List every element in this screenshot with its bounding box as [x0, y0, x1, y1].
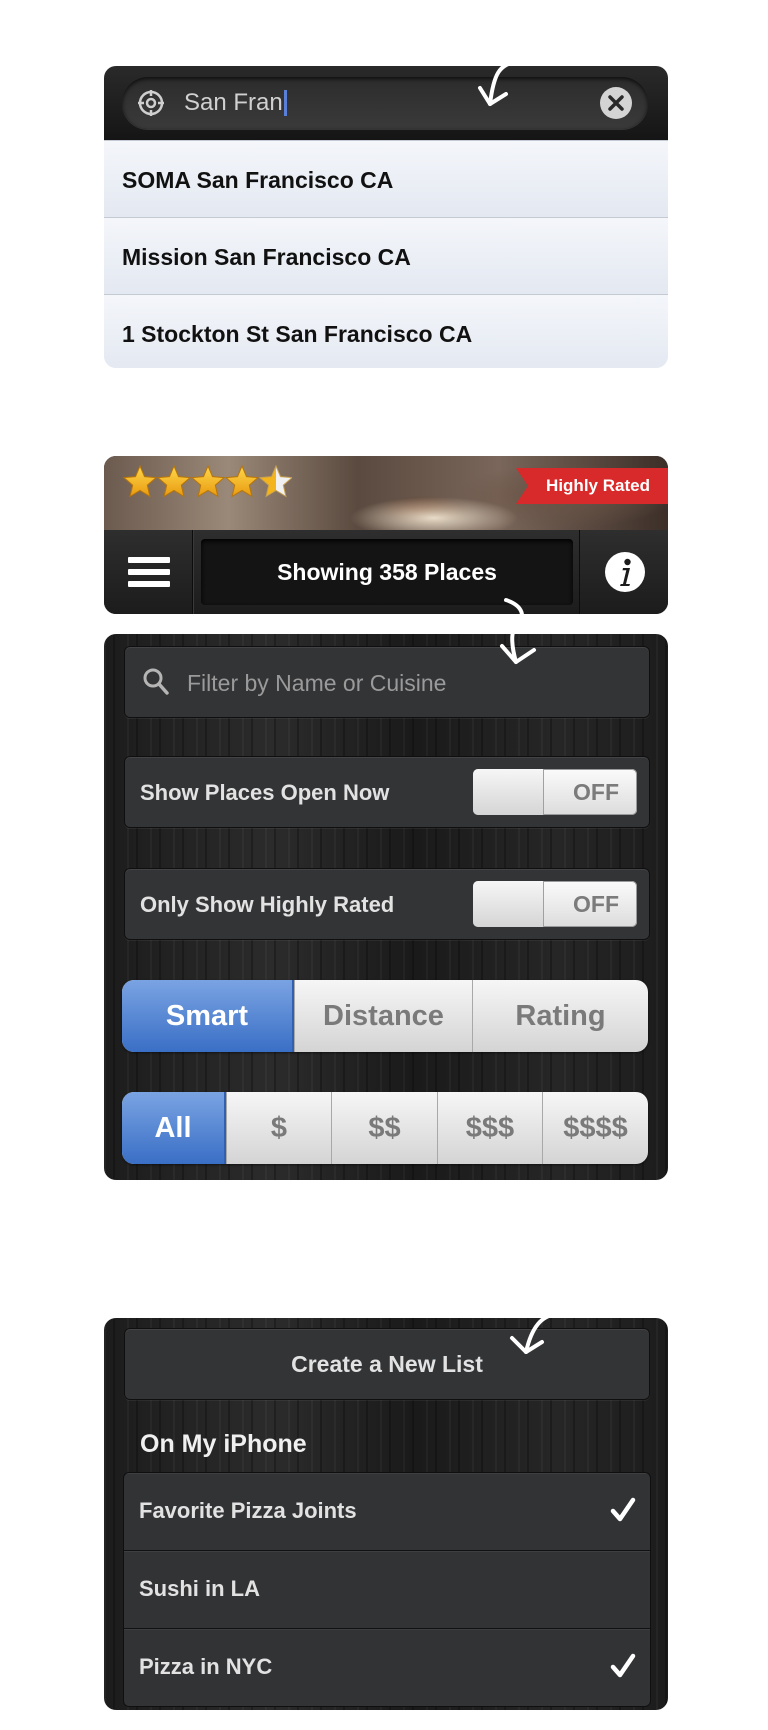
menu-icon-line [128, 569, 170, 575]
filter-search-field[interactable]: Filter by Name or Cuisine [124, 646, 650, 718]
annotation-arrow-icon [478, 60, 516, 106]
list-item-label: Sushi in LA [139, 1576, 260, 1601]
saved-lists: Favorite Pizza Joints Sushi in LA Pizza … [123, 1472, 651, 1707]
results-header: Highly Rated Showing 358 Places [104, 456, 668, 614]
location-search-panel: San Fran SOMA San Francisco CA Mission S… [104, 66, 668, 368]
filter-panel: Filter by Name or Cuisine Show Places Op… [104, 634, 668, 1180]
suggestion-label: Mission San Francisco CA [122, 244, 411, 270]
suggestion-row[interactable]: 1 Stockton St San Francisco CA [104, 294, 668, 368]
menu-icon [128, 557, 170, 563]
search-bar: San Fran [104, 66, 668, 140]
list-item[interactable]: Sushi in LA [124, 1550, 650, 1628]
menu-icon-line [128, 581, 170, 587]
half-star-icon [259, 465, 292, 497]
text-cursor [283, 90, 287, 116]
highly-rated-option: Only Show Highly Rated OFF [124, 868, 650, 940]
toggle-state-label: OFF [573, 891, 619, 917]
results-toolbar: Showing 358 Places [104, 530, 668, 614]
star-rating [123, 465, 292, 497]
star-icon [123, 465, 157, 497]
sort-option-rating[interactable]: Rating [472, 980, 648, 1052]
price-segmented-control: All $ $$ $$$ $$$$ [122, 1092, 648, 1164]
price-option-4[interactable]: $$$$ [542, 1092, 648, 1164]
checkmark-icon [610, 1497, 636, 1522]
checkmark-icon [610, 1653, 636, 1678]
price-option-all[interactable]: All [122, 1092, 226, 1164]
menu-button[interactable] [104, 530, 193, 614]
star-icon [191, 465, 225, 497]
suggestion-row[interactable]: Mission San Francisco CA [104, 217, 668, 295]
lists-panel: Create a New List On My iPhone Favorite … [104, 1318, 668, 1710]
toggle-knob [473, 769, 544, 815]
list-item[interactable]: Pizza in NYC [124, 1628, 650, 1706]
toggle-state-label: OFF [573, 779, 619, 805]
list-item[interactable]: Favorite Pizza Joints [124, 1473, 650, 1550]
open-now-option: Show Places Open Now OFF [124, 756, 650, 828]
search-icon [143, 668, 169, 695]
create-new-list-button[interactable]: Create a New List [124, 1328, 650, 1400]
price-option-1[interactable]: $ [226, 1092, 331, 1164]
sort-segmented-control: Smart Distance Rating [122, 980, 648, 1052]
location-search-field[interactable]: San Fran [122, 77, 648, 129]
annotation-arrow-icon [500, 598, 536, 664]
clear-search-icon[interactable] [600, 87, 632, 119]
section-title: On My iPhone [140, 1430, 307, 1458]
open-now-toggle[interactable]: OFF [473, 769, 637, 815]
list-item-label: Pizza in NYC [139, 1654, 273, 1679]
highly-rated-toggle[interactable]: OFF [473, 881, 637, 927]
list-item-label: Favorite Pizza Joints [139, 1498, 357, 1523]
suggestion-row[interactable]: SOMA San Francisco CA [104, 140, 668, 218]
price-option-3[interactable]: $$$ [437, 1092, 542, 1164]
highly-rated-badge: Highly Rated [516, 468, 668, 504]
info-icon [605, 552, 645, 592]
sort-option-smart[interactable]: Smart [122, 980, 294, 1052]
suggestion-label: SOMA San Francisco CA [122, 167, 394, 193]
toggle-knob [473, 881, 544, 927]
sort-option-distance[interactable]: Distance [294, 980, 472, 1052]
filter-search-input[interactable]: Filter by Name or Cuisine [187, 670, 446, 697]
info-button[interactable] [579, 530, 668, 614]
open-now-label: Show Places Open Now [140, 780, 390, 805]
current-location-icon[interactable] [138, 90, 164, 116]
highly-rated-label: Only Show Highly Rated [140, 892, 395, 917]
star-icon [157, 465, 191, 497]
star-icon [225, 465, 259, 497]
price-option-2[interactable]: $$ [331, 1092, 437, 1164]
featured-place-photo[interactable]: Highly Rated [104, 456, 668, 530]
suggestion-label: 1 Stockton St San Francisco CA [122, 321, 473, 347]
annotation-arrow-icon [510, 1312, 558, 1354]
location-search-input[interactable]: San Fran [184, 90, 287, 116]
